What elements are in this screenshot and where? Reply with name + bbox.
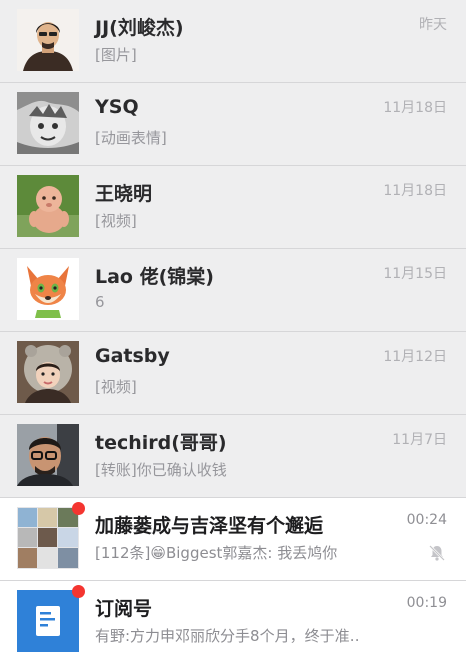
man-black-hair-avatar[interactable] bbox=[17, 9, 79, 71]
chat-time: 00:24 bbox=[406, 512, 447, 528]
chat-name: 订阅号 bbox=[95, 598, 153, 620]
chat-preview: [视频] bbox=[95, 212, 137, 230]
chat-row-gatsby[interactable]: Gatsby [视频] 11月12日 bbox=[0, 332, 466, 415]
chat-row-group[interactable]: 加藤蒌成与吉泽坚有个邂逅 [112条]😁Biggest郭嘉杰: 我丢鸠你 00:… bbox=[0, 498, 466, 581]
anime-sketch-avatar[interactable] bbox=[17, 92, 79, 154]
chat-preview: [视频] bbox=[95, 378, 137, 396]
chat-preview: [转账]你已确认收钱 bbox=[95, 461, 227, 479]
bell-muted-icon bbox=[428, 544, 446, 562]
chat-time: 昨天 bbox=[419, 17, 447, 33]
baby-photo-avatar[interactable] bbox=[17, 175, 79, 237]
chat-time: 11月18日 bbox=[383, 100, 447, 116]
chat-row-ysq[interactable]: YSQ [动画表情] 11月18日 bbox=[0, 83, 466, 166]
chat-preview: [112条]😁Biggest郭嘉杰: 我丢鸠你 bbox=[95, 544, 338, 562]
chat-preview: [图片] bbox=[95, 46, 137, 64]
chat-name: 加藤蒌成与吉泽坚有个邂逅 bbox=[95, 515, 324, 537]
chat-list: JJ(刘峻杰) [图片] 昨天 YSQ [动画表情] 11月18日 王晓明 [视… bbox=[0, 0, 466, 656]
chat-row-techird[interactable]: techird(哥哥) [转账]你已确认收钱 11月7日 bbox=[0, 415, 466, 498]
chat-name: 王晓明 bbox=[95, 183, 153, 205]
chat-time: 11月7日 bbox=[392, 432, 447, 448]
chat-time: 11月15日 bbox=[383, 266, 447, 282]
unread-badge bbox=[72, 585, 85, 598]
chat-row-jj[interactable]: JJ(刘峻杰) [图片] 昨天 bbox=[0, 0, 466, 83]
chat-name: JJ(刘峻杰) bbox=[95, 17, 184, 39]
chat-preview: 有野:方力申邓丽欣分手8个月，终于准‥ bbox=[95, 627, 360, 645]
chat-row-wangxiaoming[interactable]: 王晓明 [视频] 11月18日 bbox=[0, 166, 466, 249]
chat-name: Gatsby bbox=[95, 345, 170, 367]
unread-badge bbox=[72, 502, 85, 515]
chat-row-subscriptions[interactable]: 订阅号 有野:方力申邓丽欣分手8个月，终于准‥ 00:19 bbox=[0, 581, 466, 656]
chat-row-lao[interactable]: Lao 佬(锦棠) 6 11月15日 bbox=[0, 249, 466, 332]
hat-girl-avatar[interactable] bbox=[17, 341, 79, 403]
chat-time: 00:19 bbox=[406, 595, 447, 611]
subscription-doc-avatar[interactable] bbox=[17, 590, 79, 652]
man-glasses-avatar[interactable] bbox=[17, 424, 79, 486]
chat-name: techird(哥哥) bbox=[95, 432, 227, 454]
fox-cartoon-avatar[interactable] bbox=[17, 258, 79, 320]
chat-time: 11月12日 bbox=[383, 349, 447, 365]
chat-name: YSQ bbox=[95, 96, 139, 118]
chat-time: 11月18日 bbox=[383, 183, 447, 199]
chat-name: Lao 佬(锦棠) bbox=[95, 266, 214, 288]
chat-preview: 6 bbox=[95, 293, 105, 311]
chat-preview: [动画表情] bbox=[95, 129, 167, 147]
group-grid-avatar[interactable] bbox=[17, 507, 79, 569]
